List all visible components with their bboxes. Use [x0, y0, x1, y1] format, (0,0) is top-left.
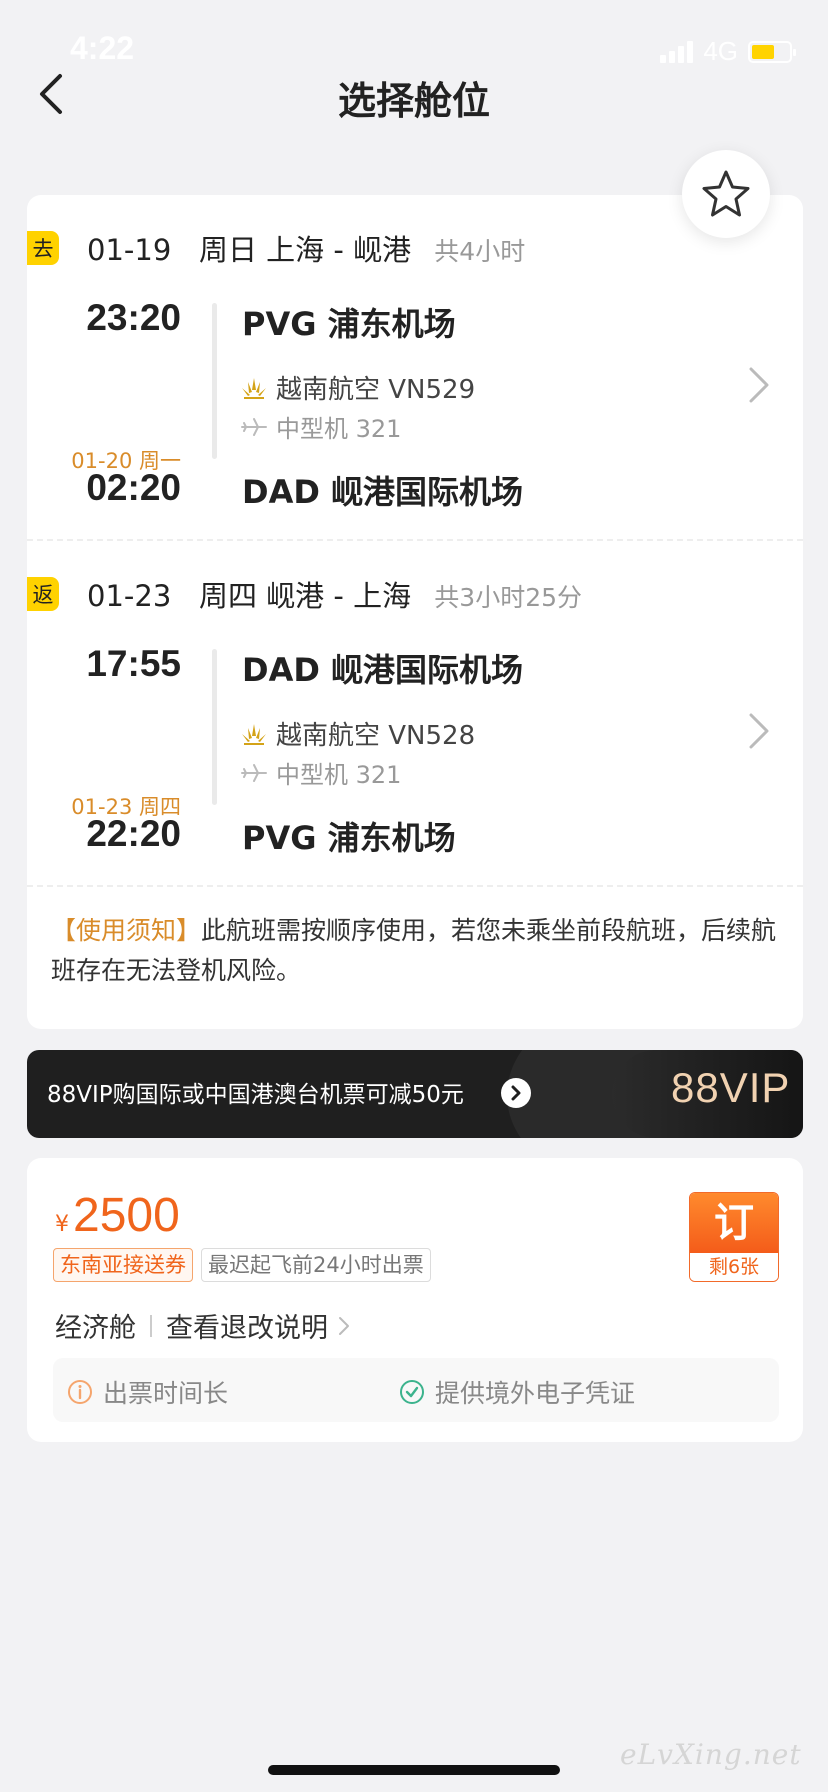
- outbound-arr-time: 02:20: [86, 467, 181, 508]
- fare-tags: 东南亚接送券 最迟起飞前24小时出票: [53, 1248, 431, 1282]
- tag-transfer-coupon: 东南亚接送券: [53, 1248, 193, 1282]
- fare-info-box: 出票时间长 提供境外电子凭证: [53, 1358, 779, 1422]
- check-circle-icon: [400, 1380, 424, 1404]
- outbound-date: 01-19: [87, 233, 172, 267]
- info-icon: [68, 1380, 92, 1404]
- vietnam-airlines-logo-icon: [242, 723, 266, 745]
- flights-card: 去 01-19 周日 上海 - 岘港 共4小时 23:20 PVG 浦东机场 越…: [27, 195, 803, 1029]
- fare-price: ¥2500: [55, 1188, 180, 1243]
- return-timeline: [212, 649, 217, 805]
- outbound-header: 01-19 周日 上海 - 岘港 共4小时: [87, 227, 525, 269]
- star-icon: [702, 170, 750, 217]
- return-dep-airport: DAD 岘港国际机场: [242, 651, 524, 689]
- return-date: 01-23: [87, 579, 172, 613]
- divider: [27, 885, 803, 887]
- refund-rules-link[interactable]: 查看退改说明: [166, 1306, 350, 1345]
- outbound-dep-airport: PVG 浦东机场: [242, 305, 456, 343]
- return-chevron-right-icon: [749, 713, 769, 749]
- outbound-weekday: 周日: [198, 233, 257, 267]
- return-badge: 返: [27, 577, 59, 611]
- return-airline-name: 越南航空 VN528: [276, 721, 476, 751]
- info-ticketing-time: 出票时间长: [67, 1374, 228, 1410]
- separator: [150, 1314, 152, 1337]
- home-indicator: [268, 1765, 560, 1775]
- usage-notice: 【使用须知】此航班需按顺序使用，若您未乘坐前段航班，后续航班存在无法登机风险。: [51, 911, 781, 991]
- refund-rules-label: 查看退改说明: [166, 1313, 328, 1344]
- info-e-voucher: 提供境外电子凭证: [399, 1374, 635, 1410]
- vip-logo: 88VIP: [671, 1064, 791, 1111]
- return-airline: 越南航空 VN528: [240, 715, 475, 752]
- book-button[interactable]: 订 剩6张: [689, 1192, 779, 1282]
- return-aircraft: 中型机 321: [240, 755, 401, 790]
- favorite-button[interactable]: [682, 150, 770, 238]
- plane-icon: [241, 417, 267, 436]
- return-arr-airport: PVG 浦东机场: [242, 819, 456, 857]
- return-route: 岘港 - 上海: [266, 579, 412, 613]
- fare-card: ¥2500 东南亚接送券 最迟起飞前24小时出票 经济舱 查看退改说明 订 剩6…: [27, 1158, 803, 1442]
- price-amount: 2500: [73, 1189, 180, 1242]
- outbound-timeline: [212, 303, 217, 459]
- outbound-aircraft-type: 中型机 321: [276, 415, 402, 443]
- info-ticketing-time-label: 出票时间长: [103, 1379, 229, 1408]
- page-title: 选择舱位: [337, 79, 490, 123]
- outbound-badge: 去: [27, 231, 59, 265]
- tag-ticketing-deadline: 最迟起飞前24小时出票: [201, 1248, 431, 1282]
- vip-promo-text: 88VIP购国际或中国港澳台机票可减50元: [47, 1082, 464, 1108]
- return-duration: 共3小时25分: [434, 583, 583, 612]
- return-dep-time: 17:55: [86, 643, 181, 684]
- info-e-voucher-label: 提供境外电子凭证: [435, 1379, 636, 1408]
- outbound-aircraft: 中型机 321: [240, 409, 401, 444]
- outbound-duration: 共4小时: [434, 237, 526, 266]
- notice-label: 【使用须知】: [51, 916, 202, 945]
- cabin-class: 经济舱: [55, 1313, 136, 1344]
- return-aircraft-type: 中型机 321: [276, 761, 402, 789]
- outbound-airline-name: 越南航空 VN529: [276, 375, 476, 405]
- chevron-right-icon: [339, 1316, 349, 1335]
- plane-icon: [241, 763, 267, 782]
- outbound-airline: 越南航空 VN529: [240, 369, 475, 406]
- outbound-dep-time: 23:20: [86, 297, 181, 338]
- return-arr-time: 22:20: [86, 813, 181, 854]
- vip-promo-banner[interactable]: 88VIP购国际或中国港澳台机票可减50元 88VIP: [27, 1050, 803, 1138]
- arrow-right-circle-icon: [501, 1078, 531, 1108]
- divider: [27, 539, 803, 541]
- book-label: 订: [690, 1193, 778, 1253]
- watermark: eLvXing.net: [620, 1738, 802, 1771]
- cabin-row: 经济舱 查看退改说明: [55, 1306, 350, 1345]
- return-weekday: 周四: [198, 579, 257, 613]
- return-header: 01-23 周四 岘港 - 上海 共3小时25分: [87, 573, 582, 615]
- outbound-arr-airport: DAD 岘港国际机场: [242, 473, 524, 511]
- outbound-route: 上海 - 岘港: [266, 233, 412, 267]
- remaining-seats: 剩6张: [690, 1253, 778, 1281]
- outbound-chevron-right-icon: [749, 367, 769, 403]
- nav-bar: 选择舱位: [0, 60, 828, 126]
- currency-symbol: ¥: [55, 1212, 69, 1237]
- vietnam-airlines-logo-icon: [242, 377, 266, 399]
